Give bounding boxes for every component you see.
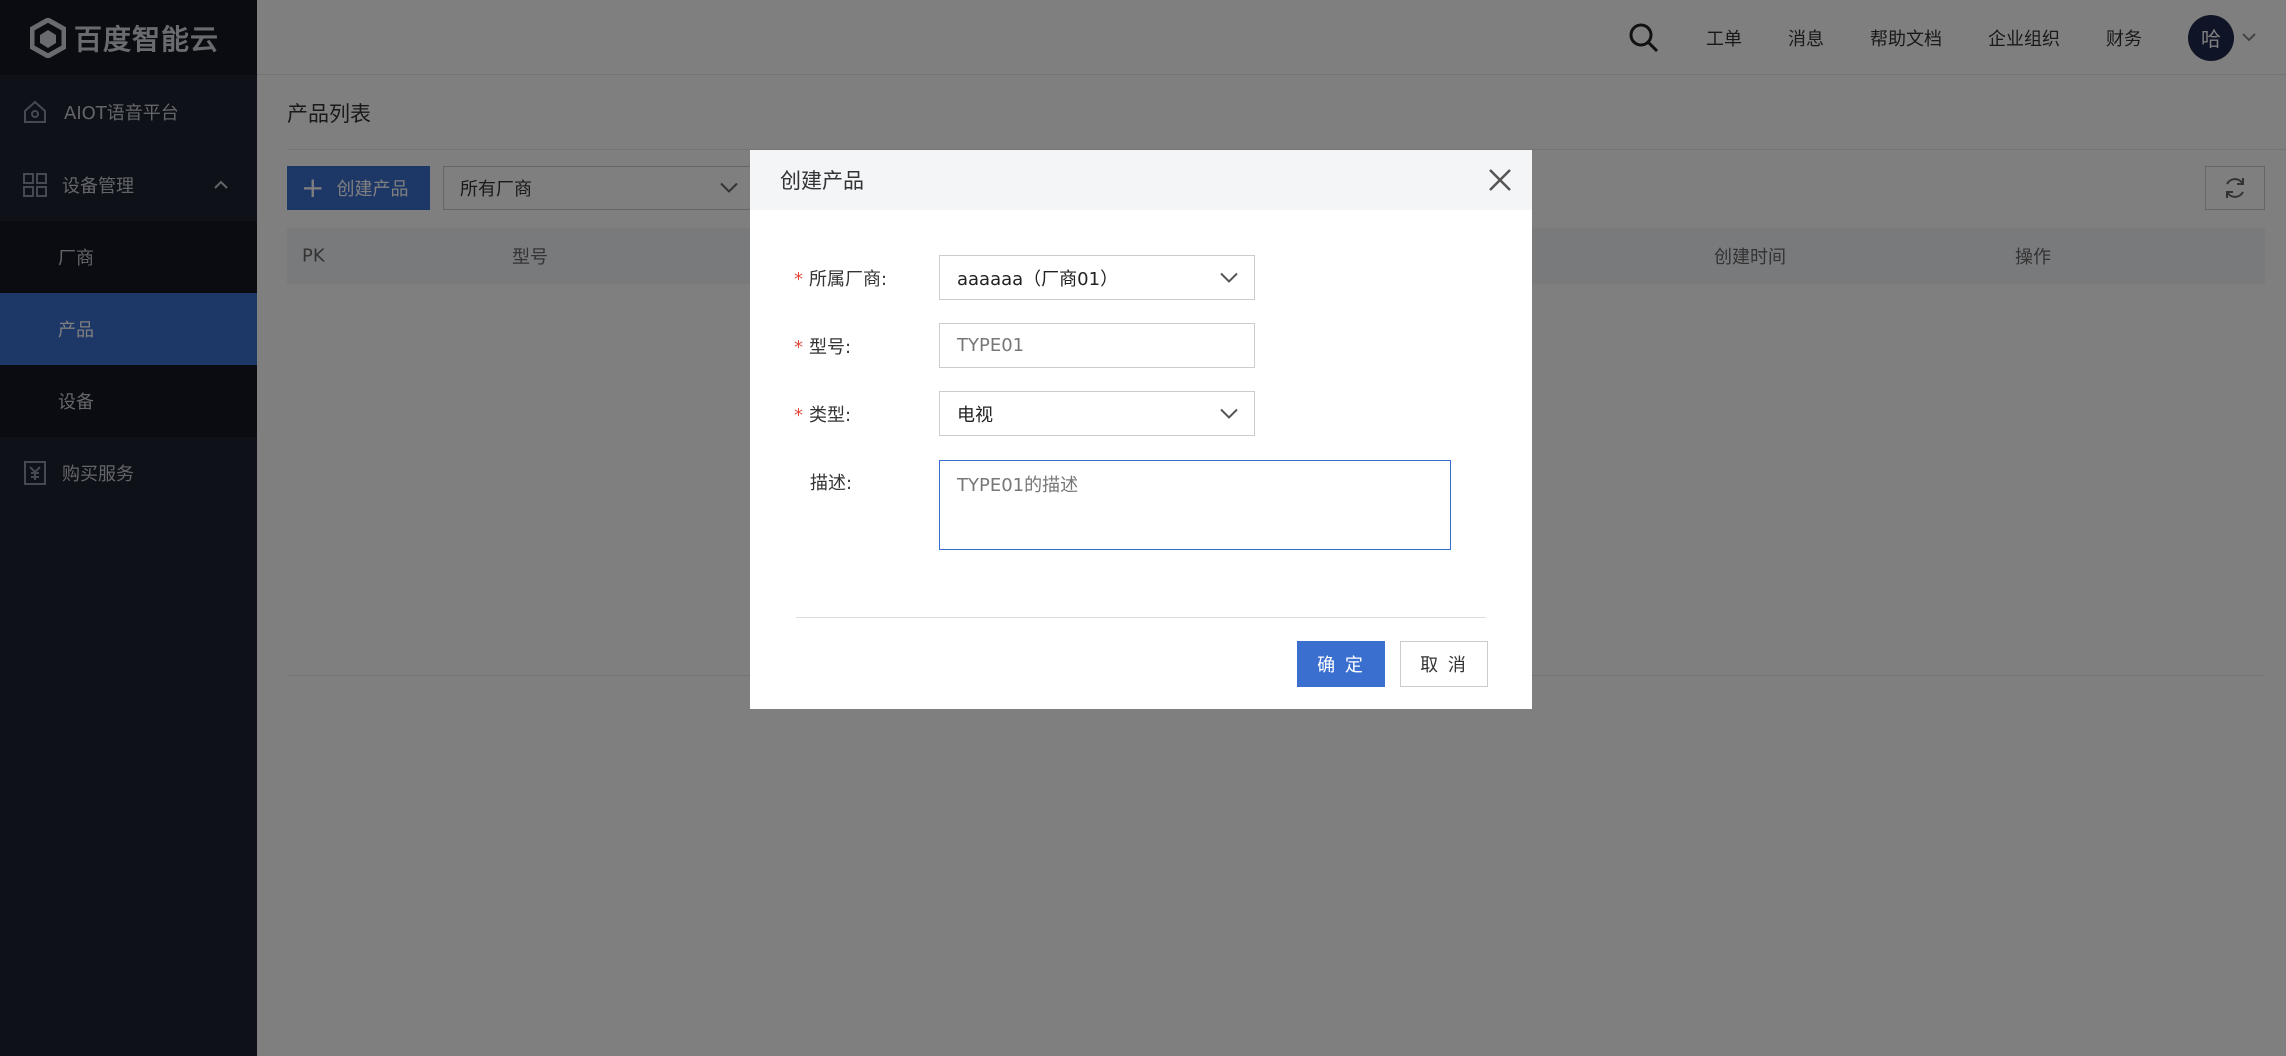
create-product-dialog: 创建产品 * 所属厂商: aaaaaa（厂商01） * 型号: TYPE01 * 类型… — [750, 150, 1532, 709]
vendor-select[interactable]: aaaaaa（厂商01） — [939, 255, 1255, 300]
chevron-down-icon — [1220, 272, 1238, 283]
description-textarea[interactable]: TYPE01的描述 — [939, 460, 1451, 550]
description-textarea-value: TYPE01的描述 — [957, 475, 1079, 496]
dialog-title: 创建产品 — [780, 169, 864, 193]
vendor-field-label: * 所属厂商: — [794, 269, 888, 290]
close-icon[interactable] — [1486, 166, 1514, 194]
required-marker: * — [794, 337, 803, 358]
type-select[interactable]: 电视 — [939, 391, 1255, 436]
required-marker: * — [794, 405, 803, 426]
description-field-label: 描述: — [810, 473, 853, 494]
dialog-footer-divider — [796, 617, 1486, 618]
confirm-button[interactable]: 确 定 — [1297, 641, 1385, 687]
type-field-label: * 类型: — [794, 405, 852, 426]
chevron-down-icon — [1220, 408, 1238, 419]
model-field-label: * 型号: — [794, 337, 852, 358]
model-input-value: TYPE01 — [957, 335, 1025, 356]
vendor-select-value: aaaaaa（厂商01） — [957, 268, 1119, 290]
dialog-header: 创建产品 — [750, 150, 1532, 210]
required-marker: * — [794, 269, 803, 290]
cancel-button[interactable]: 取 消 — [1400, 641, 1488, 687]
type-select-value: 电视 — [957, 404, 993, 426]
model-input[interactable]: TYPE01 — [939, 323, 1255, 368]
